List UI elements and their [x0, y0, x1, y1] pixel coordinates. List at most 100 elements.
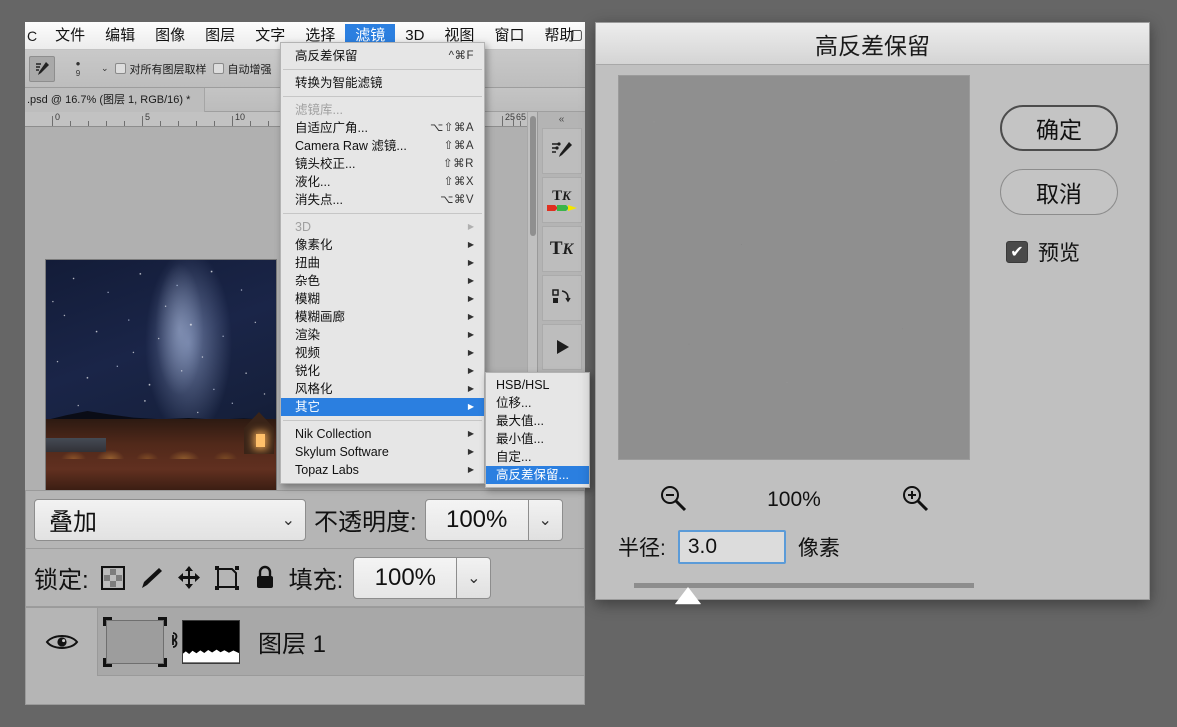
filter-menu-item[interactable]: 消失点... ⌥⌘V: [281, 191, 484, 209]
submenu-arrow-icon: ▶: [467, 429, 474, 438]
filter-menu-item[interactable]: 扭曲 ▶: [281, 254, 484, 272]
filter-menu-item[interactable]: 渲染 ▶: [281, 326, 484, 344]
fill-stepper[interactable]: ⌄: [457, 556, 492, 599]
dialog-titlebar[interactable]: 高反差保留: [596, 23, 1149, 65]
filter-menu-item: 滤镜库...: [281, 101, 484, 119]
filter-menu-item[interactable]: 镜头校正... ⇧⌘R: [281, 155, 484, 173]
zoom-out-icon[interactable]: [658, 483, 688, 518]
lock-artboard-nesting-icon[interactable]: [213, 564, 241, 592]
menu-item-shortcut: ⌥⇧⌘A: [429, 122, 474, 134]
play-action-icon[interactable]: [541, 324, 582, 370]
menu-separator: [283, 420, 482, 421]
tk-color-icon[interactable]: TK: [541, 177, 582, 223]
menu-item-label: 其它: [295, 400, 321, 414]
menu-item-label: 扭曲: [295, 256, 321, 270]
history-actions-icon[interactable]: [541, 275, 582, 321]
fill-input[interactable]: 100%: [353, 556, 458, 599]
lock-position-move-icon[interactable]: [175, 564, 203, 592]
preview-checkbox[interactable]: ✔ 预览: [1006, 237, 1080, 267]
layer-row[interactable]: 图层 1: [26, 607, 584, 676]
submenu-arrow-icon: ▶: [467, 402, 474, 411]
filter-menu-item[interactable]: 像素化 ▶: [281, 236, 484, 254]
document-tab-title[interactable]: .psd @ 16.7% (图层 1, RGB/16) *: [25, 87, 206, 112]
app-logo: C: [27, 27, 38, 44]
zoom-level: 100%: [767, 488, 821, 511]
filter-menu-item[interactable]: 风格化 ▶: [281, 380, 484, 398]
filter-menu-item[interactable]: 视频 ▶: [281, 344, 484, 362]
filter-menu-item[interactable]: 模糊 ▶: [281, 290, 484, 308]
filter-menu-item[interactable]: Camera Raw 滤镜... ⇧⌘A: [281, 137, 484, 155]
cancel-button-label: 取消: [1036, 181, 1082, 207]
blend-mode-select[interactable]: 叠加 ⌄: [34, 498, 306, 541]
scrollbar-thumb[interactable]: [530, 116, 536, 236]
mask-shape: [183, 649, 239, 663]
auto-enhance-checkbox[interactable]: 自动增强: [212, 61, 272, 77]
filter-menu-item[interactable]: 其它 ▶: [281, 398, 484, 416]
eye-icon: [45, 634, 78, 649]
other-submenu-item[interactable]: 自定...: [486, 448, 589, 466]
menu-window[interactable]: 窗口: [484, 24, 534, 48]
layer-name[interactable]: 图层 1: [258, 624, 326, 659]
filter-preview[interactable]: [618, 75, 970, 460]
menubar-overflow-icon[interactable]: ▢: [570, 26, 583, 43]
lock-image-pixels-brush-icon[interactable]: [137, 564, 165, 592]
filter-menu-item[interactable]: 模糊画廊 ▶: [281, 308, 484, 326]
menu-layer[interactable]: 图层: [195, 24, 245, 48]
opacity-input[interactable]: 100%: [424, 498, 529, 541]
tk-panel-icon[interactable]: TK: [541, 226, 582, 272]
ok-button[interactable]: 确定: [1000, 105, 1118, 151]
brush-size-indicator[interactable]: • 9: [61, 57, 95, 78]
cancel-button[interactable]: 取消: [1000, 169, 1118, 215]
preview-checkbox-label: 预览: [1038, 242, 1080, 265]
lock-all-padlock-icon[interactable]: [251, 564, 279, 592]
layer-visibility-toggle[interactable]: [26, 607, 98, 676]
canvas-image-milky-way[interactable]: [45, 259, 277, 492]
opacity-stepper[interactable]: ⌄: [528, 498, 563, 541]
radius-slider[interactable]: [618, 575, 1128, 609]
checkbox-box: [114, 63, 126, 74]
radius-label: 半径:: [618, 537, 666, 560]
menu-edit[interactable]: 编辑: [95, 24, 145, 48]
layer-mask-thumbnail[interactable]: [182, 619, 240, 664]
menu-image[interactable]: 图像: [145, 24, 195, 48]
brush-preset-chevron-down-icon[interactable]: ⌄: [101, 63, 109, 74]
other-filters-submenu[interactable]: HSB/HSL 位移... 最大值... 最小值... 自定... 高反差保留...: [485, 372, 590, 488]
collapse-panels-icon[interactable]: «: [538, 112, 585, 128]
layer-thumbnail[interactable]: [103, 616, 167, 667]
filter-menu-item[interactable]: 自适应广角... ⌥⇧⌘A: [281, 119, 484, 137]
filter-menu-item[interactable]: Nik Collection ▶: [281, 425, 484, 443]
quick-selection-tool-icon[interactable]: [29, 55, 55, 82]
other-submenu-item[interactable]: 最小值...: [486, 430, 589, 448]
menu-item-label: 3D: [295, 220, 311, 234]
other-submenu-item[interactable]: 位移...: [486, 394, 589, 412]
menu-item-label: 转换为智能滤镜: [295, 76, 383, 90]
radius-input[interactable]: 3.0: [677, 530, 786, 564]
filter-menu-item[interactable]: 高反差保留 ^⌘F: [281, 47, 484, 65]
filter-menu-item[interactable]: 锐化 ▶: [281, 362, 484, 380]
zoom-in-icon[interactable]: [900, 483, 930, 518]
submenu-arrow-icon: ▶: [467, 366, 474, 375]
filter-menu-item[interactable]: Skylum Software ▶: [281, 443, 484, 461]
menu-item-label: Nik Collection: [295, 427, 372, 441]
zoom-controls: 100%: [618, 479, 970, 521]
slider-thumb[interactable]: [675, 587, 701, 604]
menu-item-shortcut: ⌥⌘V: [440, 194, 474, 206]
checkbox-checked-icon: ✔: [1006, 241, 1028, 263]
menu-item-label: 像素化: [295, 238, 333, 252]
filter-menu-item[interactable]: 液化... ⇧⌘X: [281, 173, 484, 191]
lock-transparency-icon[interactable]: [99, 564, 127, 592]
layer-mask-link-icon[interactable]: [164, 628, 182, 656]
canvas-vertical-scrollbar[interactable]: [527, 112, 537, 397]
other-submenu-item[interactable]: HSB/HSL: [486, 376, 589, 394]
menu-item-label: 自定...: [496, 450, 532, 464]
filter-menu-item[interactable]: 杂色 ▶: [281, 272, 484, 290]
filter-menu-item[interactable]: Topaz Labs ▶: [281, 461, 484, 479]
menu-file[interactable]: 文件: [45, 24, 95, 48]
other-submenu-item[interactable]: 高反差保留...: [486, 466, 589, 484]
filter-menu-item[interactable]: 转换为智能滤镜: [281, 74, 484, 92]
adjustments-brush-icon[interactable]: [541, 128, 582, 174]
sample-all-layers-checkbox[interactable]: 对所有图层取样: [114, 61, 207, 77]
other-submenu-item[interactable]: 最大值...: [486, 412, 589, 430]
filter-menu-dropdown[interactable]: 高反差保留 ^⌘F 转换为智能滤镜滤镜库... 自适应广角... ⌥⇧⌘A Camera …: [280, 42, 485, 484]
menu-item-label: HSB/HSL: [496, 378, 550, 392]
